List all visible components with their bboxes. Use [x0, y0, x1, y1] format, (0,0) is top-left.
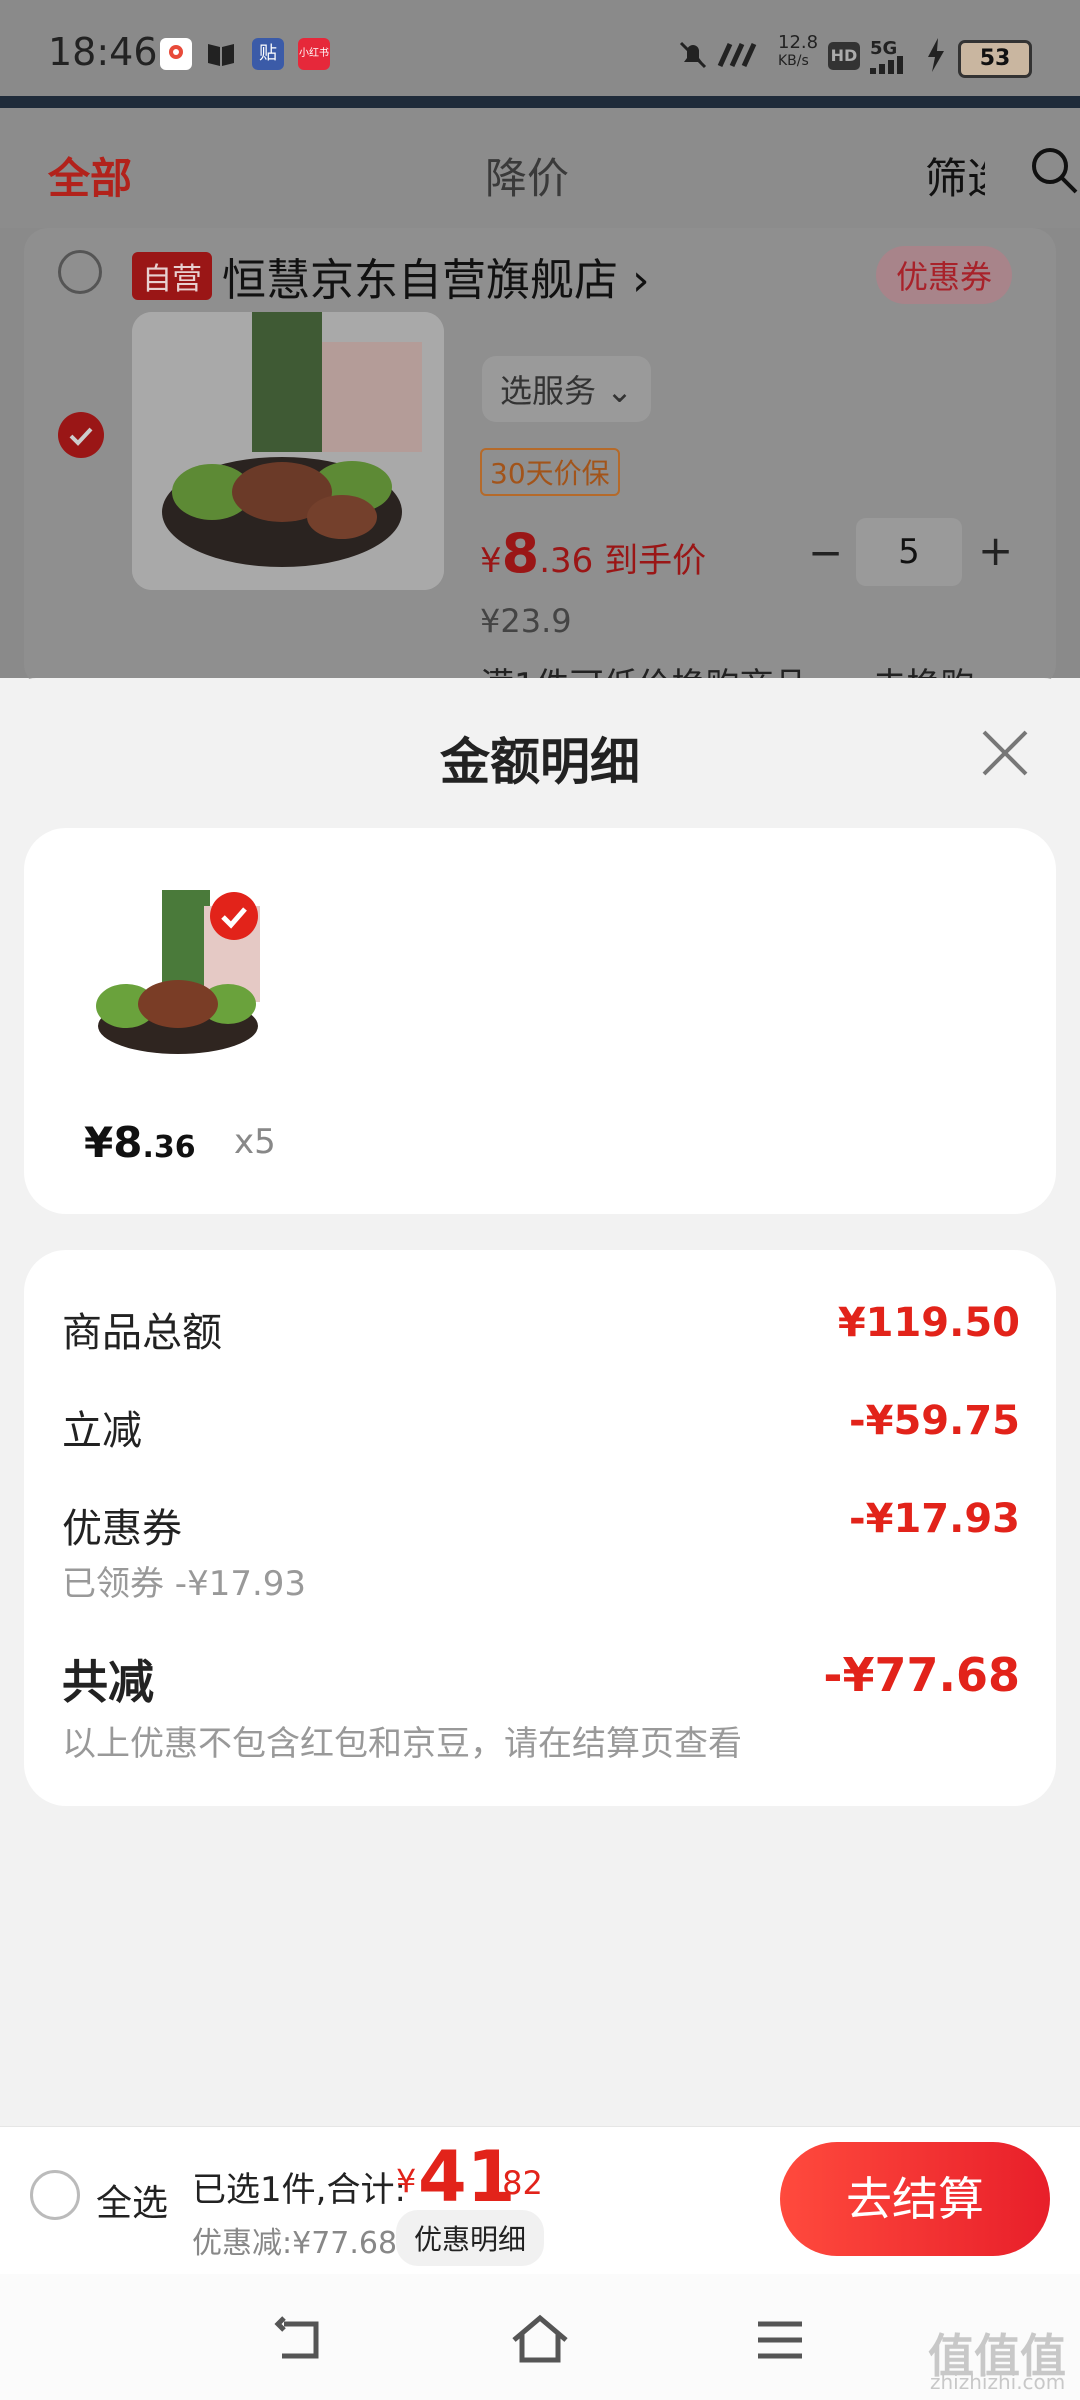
discount-amount: 优惠减:¥77.68	[192, 2226, 398, 2261]
map-app-icon	[160, 38, 192, 70]
coupon-received-note: 已领券 -¥17.93	[62, 1564, 307, 1604]
discount-note: 以上优惠不包含红包和京豆，请在结算页查看	[62, 1724, 742, 1764]
search-icon[interactable]	[1030, 146, 1078, 194]
battery-indicator: 53	[958, 40, 1032, 78]
item-price: ¥8.36 到手价	[480, 522, 707, 585]
selected-summary: 已选1件,合计:	[192, 2170, 406, 2210]
charging-icon	[924, 38, 948, 72]
tab-filter[interactable]: 筛选	[925, 145, 985, 206]
quantity-minus-button[interactable]: −	[808, 528, 843, 577]
back-icon[interactable]	[270, 2310, 330, 2370]
redbook-app-icon: 小红书	[298, 38, 330, 70]
network-speed: 12.8 KB/s	[778, 32, 819, 70]
instant-cut-value: -¥59.75	[849, 1398, 1020, 1444]
select-all-label[interactable]: 全选	[96, 2174, 168, 2226]
product-image[interactable]	[132, 312, 444, 590]
watermark-url: zhizhizhi.com	[930, 2370, 1066, 2394]
item-checked-radio[interactable]	[58, 412, 104, 458]
sticker-app-icon: 贴	[252, 38, 284, 70]
original-price: ¥23.9	[480, 602, 572, 640]
close-icon[interactable]	[978, 726, 1032, 780]
tab-all[interactable]: 全部	[48, 145, 132, 206]
select-all-radio[interactable]	[30, 2170, 80, 2220]
total-cut-value: -¥77.68	[823, 1648, 1020, 1702]
checkout-button[interactable]: 去结算	[780, 2142, 1050, 2256]
promo-line[interactable]: 满1件可低价换购商品 去换购 ›	[480, 658, 1040, 678]
coupon-label: 优惠券	[62, 1506, 182, 1552]
tab-price-drop[interactable]: 降价	[485, 145, 569, 206]
instant-cut-label: 立减	[62, 1408, 142, 1454]
book-app-icon	[206, 40, 236, 68]
thumbnail-check-icon	[210, 892, 258, 940]
signal-icon	[870, 56, 920, 74]
store-select-radio[interactable]	[58, 250, 102, 294]
quantity-input[interactable]: 5	[856, 518, 962, 586]
total-cut-label: 共减	[62, 1655, 154, 1709]
total-amount-decimal: .82	[492, 2164, 543, 2202]
total-currency: ¥	[396, 2162, 417, 2200]
mute-icon	[676, 38, 710, 72]
goods-total-value: ¥119.50	[837, 1300, 1020, 1346]
price-protect-badge: 30天价保	[480, 448, 620, 496]
coupon-value: -¥17.93	[849, 1496, 1020, 1542]
item-unit-price: ¥8.36	[84, 1118, 196, 1167]
select-service-button[interactable]: 选服务 ⌄	[482, 356, 651, 422]
discount-detail-button[interactable]: 优惠明细	[396, 2210, 545, 2266]
goods-total-label: 商品总额	[62, 1310, 222, 1356]
status-time: 18:46	[48, 30, 158, 74]
item-quantity: x5	[234, 1122, 276, 1162]
store-coupon-button[interactable]: 优惠券	[876, 246, 1013, 304]
store-name-link[interactable]: 恒慧京东自营旗舰店 ›	[222, 244, 650, 308]
nfc-icon	[716, 42, 762, 68]
top-strip	[0, 96, 1080, 108]
sheet-title: 金额明细	[440, 733, 640, 791]
hd-icon: HD	[828, 42, 860, 70]
menu-icon[interactable]	[750, 2310, 810, 2370]
quantity-plus-button[interactable]: +	[978, 526, 1013, 575]
self-operated-badge: 自营	[132, 252, 212, 300]
home-icon[interactable]	[510, 2310, 570, 2370]
